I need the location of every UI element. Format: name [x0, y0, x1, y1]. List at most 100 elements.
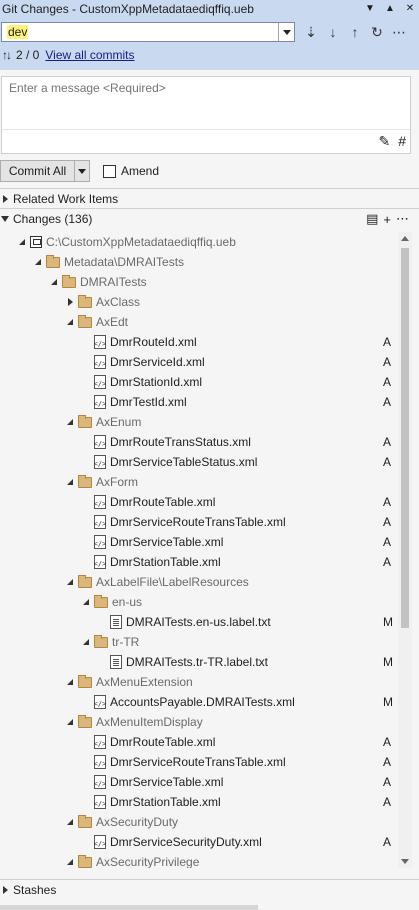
collapse-arrow-icon[interactable] [16, 236, 28, 248]
expand-chevron-icon[interactable] [3, 886, 8, 894]
collapse-arrow-icon[interactable] [64, 716, 76, 728]
sync-icon[interactable]: ↻ [369, 24, 385, 40]
tree-file-row[interactable]: </> DmrServiceId.xml A [0, 352, 398, 372]
expand-chevron-icon[interactable] [3, 195, 8, 203]
tree-item-label: DmrServiceTable.xml [110, 535, 224, 549]
push-icon[interactable]: ↑ [347, 24, 363, 40]
tree-file-row[interactable]: </> DmrStationId.xml A [0, 372, 398, 392]
collapse-arrow-icon[interactable] [64, 316, 76, 328]
stash-icon[interactable]: ▤ [366, 211, 378, 227]
tree-item-label: AccountsPayable.DMRAITests.xml [110, 695, 295, 709]
collapse-arrow-icon[interactable] [48, 276, 60, 288]
reference-work-item-icon[interactable]: # [398, 133, 406, 150]
collapse-arrow-icon[interactable] [80, 636, 92, 648]
tree-folder-row[interactable]: AxClass [0, 292, 398, 312]
tree-file-row[interactable]: </> DmrServiceRouteTransTable.xml A [0, 752, 398, 772]
horizontal-scrollbar[interactable] [0, 905, 258, 910]
tree-file-row[interactable]: </> DmrRouteTable.xml A [0, 492, 398, 512]
collapse-arrow-icon[interactable] [64, 676, 76, 688]
tree-folder-row[interactable]: AxForm [0, 472, 398, 492]
collapse-arrow-icon[interactable] [64, 856, 76, 868]
tree-folder-row[interactable]: C:\CustomXppMetadataediqffiq.ueb [0, 232, 398, 252]
tree-folder-row[interactable]: en-us [0, 592, 398, 612]
tree-file-row[interactable]: </> DmrServiceSecurityDuty.xml A [0, 832, 398, 852]
tree-folder-row[interactable]: AxEdt [0, 312, 398, 332]
tree-folder-row[interactable]: DMRAITests [0, 272, 398, 292]
tree-file-row[interactable]: </> DmrRouteTable.xml A [0, 732, 398, 752]
commit-options-chevron-icon[interactable] [75, 161, 89, 181]
tree-folder-row[interactable]: Metadata\DMRAITests [0, 252, 398, 272]
fetch-icon[interactable]: ⇣ [303, 24, 319, 40]
collapse-arrow-icon[interactable] [64, 576, 76, 588]
collapse-arrow-icon[interactable] [32, 256, 44, 268]
branch-selector[interactable]: dev [1, 22, 295, 42]
expand-arrow-icon[interactable] [64, 296, 76, 308]
collapse-arrow-icon[interactable] [64, 476, 76, 488]
tree-folder-row[interactable]: AxEnum [0, 412, 398, 432]
commit-message-input[interactable] [2, 77, 410, 129]
amend-checkbox[interactable] [103, 164, 116, 178]
tree-item-label: DmrStationTable.xml [110, 795, 221, 809]
collapse-arrow-icon[interactable] [64, 416, 76, 428]
view-all-commits-link[interactable]: View all commits [45, 48, 134, 62]
tree-folder-row[interactable]: AxSecurityPrivilege [0, 852, 398, 868]
stage-all-icon[interactable]: + [383, 212, 391, 227]
tree-folder-row[interactable]: AxSecurityDuty [0, 812, 398, 832]
vertical-scrollbar[interactable] [398, 232, 412, 868]
tree-file-row[interactable]: DMRAITests.en-us.label.txt M [0, 612, 398, 632]
pull-icon[interactable]: ↓ [325, 24, 341, 40]
tree-folder-row[interactable]: tr-TR [0, 632, 398, 652]
tree-file-row[interactable]: </> DmrStationTable.xml A [0, 792, 398, 812]
xml-file-icon: </> [94, 555, 106, 569]
folder-icon [78, 674, 92, 688]
collapse-chevron-icon[interactable] [1, 216, 9, 222]
tree-item-label: AxSecurityDuty [96, 815, 179, 829]
commit-all-label[interactable]: Commit All [1, 161, 75, 181]
related-work-items-header[interactable]: Related Work Items [0, 189, 419, 209]
tree-file-row[interactable]: </> DmrTestId.xml A [0, 392, 398, 412]
window-options-icon[interactable]: ▼ [363, 1, 377, 15]
tree-item-label: DmrRouteId.xml [110, 335, 197, 349]
tree-file-row[interactable]: </> DmrServiceRouteTransTable.xml A [0, 512, 398, 532]
tree-folder-row[interactable]: AxMenuItemDisplay [0, 712, 398, 732]
collapse-arrow-icon[interactable] [64, 816, 76, 828]
more-options-icon[interactable]: ⋯ [396, 211, 409, 227]
tree-item-label: DmrStationId.xml [110, 375, 203, 389]
xml-file-icon: </> [94, 335, 106, 349]
tree-item-label: DmrServiceRouteTransTable.xml [110, 515, 286, 529]
tree-file-row[interactable]: </> AccountsPayable.DMRAITests.xml M [0, 692, 398, 712]
tree-file-row[interactable]: </> DmrServiceTable.xml A [0, 532, 398, 552]
tree-file-row[interactable]: </> DmrRouteId.xml A [0, 332, 398, 352]
tree-folder-row[interactable]: AxLabelFile\LabelResources [0, 572, 398, 592]
folder-icon [78, 714, 92, 728]
amend-checkbox-row[interactable]: Amend [103, 164, 159, 178]
pin-icon[interactable]: ▲ [383, 1, 397, 15]
tree-file-row[interactable]: </> DmrRouteTransStatus.xml A [0, 432, 398, 452]
stashes-header[interactable]: Stashes [0, 880, 419, 900]
tree-file-row[interactable]: </> DmrStationTable.xml A [0, 552, 398, 572]
branch-dropdown-chevron-icon[interactable] [278, 23, 294, 41]
commit-all-button[interactable]: Commit All [0, 160, 90, 182]
xml-file-icon: </> [94, 695, 106, 709]
more-actions-icon[interactable]: ⋯ [391, 24, 407, 40]
scroll-down-arrow-icon[interactable] [401, 859, 409, 864]
collapse-arrow-icon[interactable] [80, 596, 92, 608]
tool-window-titlebar: Git Changes - CustomXppMetadataediqffiq.… [0, 0, 419, 18]
tree-file-row[interactable]: </> DmrServiceTable.xml A [0, 772, 398, 792]
close-icon[interactable]: ✕ [403, 1, 417, 15]
scrollbar-thumb[interactable] [401, 248, 409, 628]
tree-folder-row[interactable]: AxMenuExtension [0, 672, 398, 692]
generate-message-icon[interactable]: ✎ [378, 133, 390, 150]
branch-bar: dev ⇣ ↓ ↑ ↻ ⋯ ↑↓ 2 / 0 View all commits [0, 18, 419, 70]
change-status: A [383, 375, 392, 389]
scroll-up-arrow-icon[interactable] [401, 236, 409, 241]
tree-file-row[interactable]: DMRAITests.tr-TR.label.txt M [0, 652, 398, 672]
tree-file-row[interactable]: </> DmrServiceTableStatus.xml A [0, 452, 398, 472]
changes-header[interactable]: Changes (136) ▤ + ⋯ [0, 209, 419, 229]
